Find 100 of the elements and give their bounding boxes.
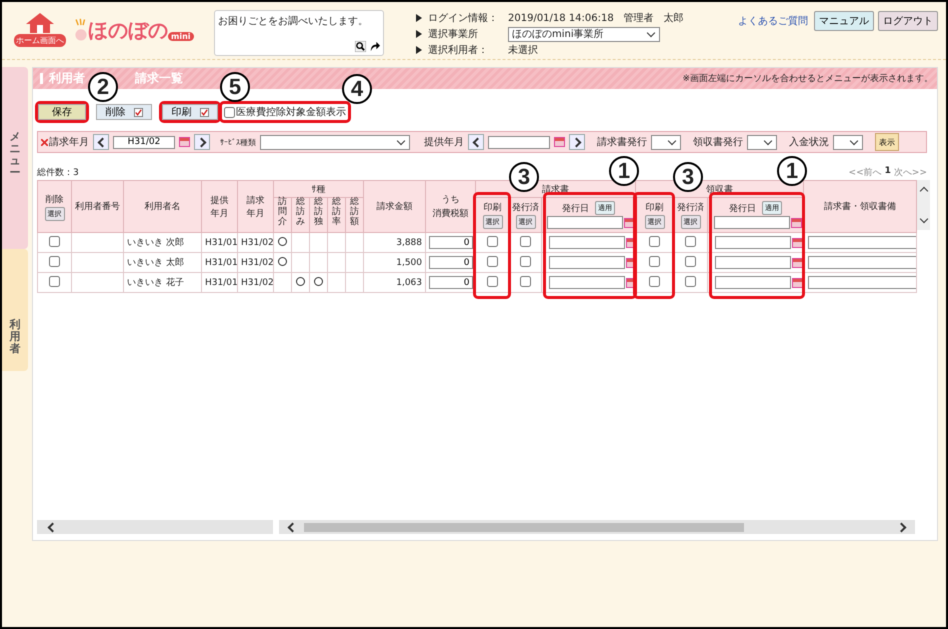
calendar-icon[interactable] [624, 218, 634, 228]
issued-checkbox[interactable] [685, 256, 696, 266]
next-page-link[interactable]: 次へ>> [894, 166, 927, 179]
calendar-icon[interactable] [790, 218, 802, 228]
column-header: 訪問介 [274, 198, 292, 232]
side-tab[interactable]: メニュー [2, 67, 28, 249]
column-header: 利用者番号 [72, 180, 124, 232]
issued-checkbox[interactable] [685, 276, 696, 286]
column-header: 削除 [46, 194, 64, 206]
callout-number: 1 [777, 156, 807, 186]
column-header: 総訪み [292, 198, 310, 232]
filter-label: 請求書発行 [597, 136, 647, 149]
table-cell: H31/01 [202, 232, 238, 252]
option-label: 医療費控除対象金額表示 [236, 106, 346, 119]
column-header: 発行済 [677, 202, 704, 214]
date-field[interactable] [549, 276, 625, 289]
table-cell: 1,500 [364, 252, 426, 272]
month-field[interactable]: H31/02 [113, 136, 175, 148]
filter-select[interactable] [747, 134, 777, 150]
calendar-icon[interactable] [554, 137, 565, 147]
column-header: 利用者名 [124, 180, 202, 232]
filter-select[interactable] [651, 134, 681, 150]
issued-checkbox[interactable] [520, 236, 531, 246]
print-checkbox[interactable] [487, 256, 498, 266]
print-checkbox[interactable] [487, 276, 498, 286]
delete-checkbox[interactable] [49, 276, 60, 286]
callout-number: 4 [342, 74, 372, 104]
column-header: うち [442, 194, 460, 206]
column-header: 印刷 [484, 202, 502, 214]
date-field[interactable] [549, 256, 625, 269]
note-field[interactable] [808, 276, 916, 288]
checkbox[interactable] [224, 106, 235, 118]
help-search-field[interactable]: お困りごとをお調べいたします。 [214, 10, 384, 56]
month-field[interactable] [488, 136, 550, 148]
note-field[interactable] [808, 236, 916, 248]
date-field[interactable] [546, 216, 622, 229]
vertical-scrollbar[interactable] [917, 180, 930, 230]
column-header: 発行日 [562, 202, 589, 214]
info-label: 選択利用者： [428, 44, 489, 57]
required-icon [41, 138, 48, 146]
table-cell: H31/01 [202, 272, 238, 292]
print-checkbox[interactable] [649, 276, 660, 286]
next-button[interactable] [569, 134, 585, 150]
issued-checkbox[interactable] [520, 256, 531, 266]
date-field[interactable] [715, 256, 792, 269]
calendar-icon[interactable] [792, 278, 803, 288]
service-type-select[interactable] [260, 134, 410, 150]
date-field[interactable] [714, 216, 790, 229]
toolbar-button[interactable]: 削除 [96, 104, 152, 120]
page-number: 1 [884, 166, 891, 178]
next-button[interactable] [194, 134, 210, 150]
print-checkbox[interactable] [649, 256, 660, 266]
note-field[interactable] [808, 256, 916, 268]
tax-field[interactable]: 0 [428, 276, 472, 289]
search-icon[interactable] [355, 41, 366, 52]
calendar-icon[interactable] [792, 258, 803, 268]
column-header: 総訪額 [346, 198, 364, 232]
table-cell: 1,063 [364, 272, 426, 292]
redo-arrow-icon[interactable] [369, 41, 380, 52]
table-cell: H31/02 [238, 232, 274, 252]
previous-page-link[interactable]: <<前へ [848, 166, 882, 179]
info-label: 選択事業所 [428, 28, 479, 41]
previous-button[interactable] [468, 134, 484, 150]
horizontal-scrollbar[interactable] [37, 520, 273, 534]
notice-text: ※画面左端にカーソルを合わせるとメニューが表示されます。 [682, 72, 933, 85]
issued-checkbox[interactable] [685, 236, 696, 246]
calendar-icon[interactable] [179, 137, 190, 147]
date-field[interactable] [549, 236, 625, 249]
home-button[interactable]: ホーム画面へ [16, 12, 64, 47]
date-field[interactable] [715, 236, 792, 249]
print-checkbox[interactable] [649, 236, 660, 246]
delete-checkbox[interactable] [49, 236, 60, 246]
checkbox-icon [134, 108, 142, 116]
tax-field[interactable]: 0 [428, 256, 472, 269]
header-button[interactable]: マニュアル [814, 11, 874, 31]
filter-select[interactable] [833, 134, 863, 150]
callout-number: 3 [509, 162, 539, 192]
table-cell: H31/01 [202, 252, 238, 272]
office-select[interactable]: ほのぼのmini事業所 [508, 26, 660, 42]
logo-text: ほのぼの [88, 17, 168, 44]
delete-checkbox[interactable] [49, 256, 60, 266]
issued-checkbox[interactable] [520, 276, 531, 286]
toolbar-button[interactable]: 保存 [38, 104, 86, 120]
previous-button[interactable] [93, 134, 109, 150]
calendar-icon[interactable] [792, 238, 803, 248]
show-button[interactable]: 表示 [875, 133, 899, 151]
column-header: 消費税額 [432, 208, 468, 220]
column-header: 提供年月 [202, 180, 238, 232]
header-button[interactable]: ログアウト [878, 11, 938, 31]
toolbar-button[interactable]: 印刷 [162, 104, 218, 120]
info-label: ログイン情報： [428, 12, 499, 25]
faq-link[interactable]: よくあるご質問 [738, 14, 808, 28]
table-cell: H31/02 [238, 272, 274, 292]
page-title: 請求一覧 [135, 70, 183, 87]
side-tab[interactable]: 利用者 [2, 249, 28, 371]
info-value: 未選択 [508, 44, 538, 57]
tax-field[interactable]: 0 [428, 236, 472, 249]
horizontal-scrollbar[interactable] [279, 520, 915, 534]
date-field[interactable] [715, 276, 792, 289]
print-checkbox[interactable] [487, 236, 498, 246]
